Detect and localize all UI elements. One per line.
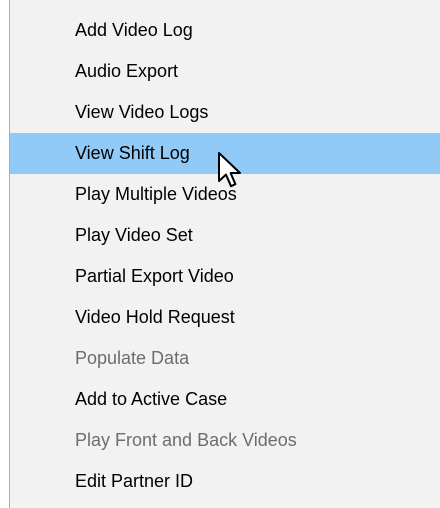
menu-item-play-video-set[interactable]: Play Video Set bbox=[10, 215, 440, 256]
context-menu: Add Video Log Audio Export View Video Lo… bbox=[9, 0, 440, 508]
menu-item-play-multiple-videos[interactable]: Play Multiple Videos bbox=[10, 174, 440, 215]
menu-item-view-shift-log[interactable]: View Shift Log bbox=[10, 133, 440, 174]
menu-item-edit-partner-id[interactable]: Edit Partner ID bbox=[10, 461, 440, 502]
menu-item-view-video-logs[interactable]: View Video Logs bbox=[10, 92, 440, 133]
menu-item-video-hold-request[interactable]: Video Hold Request bbox=[10, 297, 440, 338]
screen: Add Video Log Audio Export View Video Lo… bbox=[0, 0, 440, 508]
context-menu-list: Add Video Log Audio Export View Video Lo… bbox=[10, 10, 440, 502]
menu-item-partial-export-video[interactable]: Partial Export Video bbox=[10, 256, 440, 297]
menu-item-add-video-log[interactable]: Add Video Log bbox=[10, 10, 440, 51]
menu-item-play-front-and-back-videos: Play Front and Back Videos bbox=[75, 430, 297, 450]
menu-item-audio-export[interactable]: Audio Export bbox=[10, 51, 440, 92]
menu-item-populate-data: Populate Data bbox=[75, 348, 190, 368]
menu-item-add-to-active-case[interactable]: Add to Active Case bbox=[10, 379, 440, 420]
